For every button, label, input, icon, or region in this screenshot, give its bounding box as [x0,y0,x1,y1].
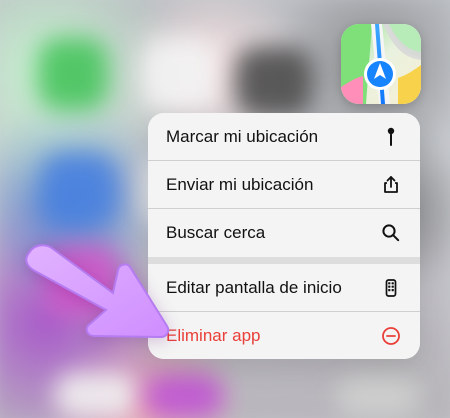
menu-item-label: Enviar mi ubicación [166,175,314,194]
context-menu: Marcar mi ubicación Enviar mi ubicación … [148,113,420,359]
menu-item-label: Marcar mi ubicación [166,127,319,146]
blurred-app-icon [42,154,116,226]
pin-icon [380,126,402,148]
blurred-app-icon [336,374,420,418]
menu-item-enviar-ubicacion[interactable]: Enviar mi ubicación [148,161,420,209]
search-icon [380,222,402,244]
blurred-app-icon [142,38,216,110]
menu-item-marcar-ubicacion[interactable]: Marcar mi ubicación [148,113,420,161]
minus-circle-icon [380,325,402,347]
menu-item-editar-pantalla[interactable]: Editar pantalla de inicio [148,264,420,312]
phone-icon [380,277,402,299]
blurred-app-icon [235,47,313,117]
share-icon [380,174,402,196]
blurred-app-icon [144,374,224,418]
menu-section-divider [148,257,420,264]
annotation-arrow-icon [18,238,188,350]
menu-item-label: Editar pantalla de inicio [166,278,342,297]
map-icon[interactable] [341,24,421,104]
menu-item-eliminar-app[interactable]: Eliminar app [148,312,420,359]
blurred-app-icon [38,38,108,110]
blurred-app-icon [54,372,138,418]
menu-item-buscar-cerca[interactable]: Buscar cerca [148,209,420,257]
